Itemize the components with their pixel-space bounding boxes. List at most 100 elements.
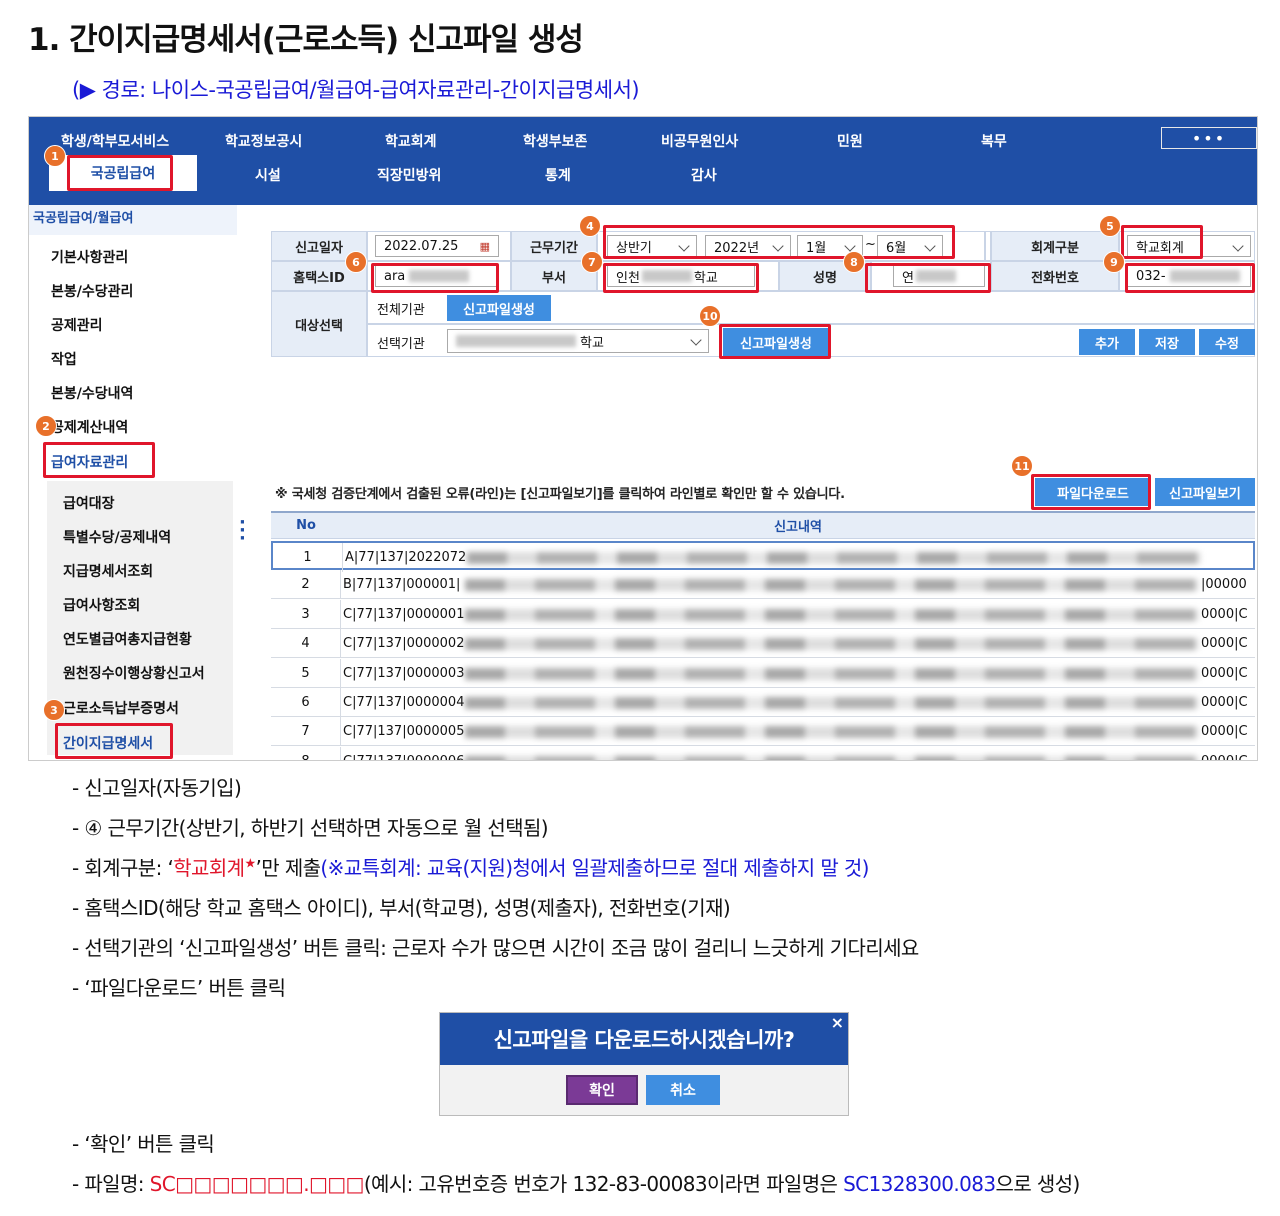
cancel-button[interactable]: 취소: [646, 1075, 720, 1105]
note-account: - 회계구분: ‘학교회계★’만 제출(※교특회계: 교육(지원)청에서 일괄제…: [72, 856, 869, 880]
selected-org-select[interactable]: 학교: [447, 329, 709, 353]
report-date-input[interactable]: 2022.07.25 ▦: [375, 235, 499, 257]
nav-school-info[interactable]: 학교정보공시: [225, 131, 302, 151]
table-row[interactable]: 1 A|77|137|2022072: [271, 541, 1255, 572]
phone-input[interactable]: 032-: [1127, 265, 1251, 287]
step-badge-10: 10: [699, 305, 721, 327]
row-number: 3: [271, 599, 341, 629]
edit-button[interactable]: 수정: [1199, 329, 1255, 355]
report-grid: No 신고내역 1 A|77|137|2022072 2 B|77|137|00000…: [271, 511, 1255, 760]
sidebar-item-salary-data[interactable]: 급여자료관리: [51, 452, 128, 472]
file-download-button[interactable]: 파일다운로드: [1035, 478, 1151, 506]
table-row[interactable]: 3 C|77|137|0000001 0000|C: [271, 599, 1255, 629]
period-tilde: ~: [865, 237, 876, 252]
sidebar-item-deduction[interactable]: 공제관리: [51, 315, 103, 335]
nav-audit[interactable]: 감사: [691, 165, 717, 185]
label-all-org: 전체기관: [377, 303, 425, 318]
redacted-content: [465, 667, 1199, 680]
confirm-button[interactable]: 확인: [566, 1075, 638, 1105]
half-year-select[interactable]: 상반기: [607, 235, 697, 257]
step-badge-5: 5: [1099, 215, 1121, 237]
nav-school-accounting[interactable]: 학교회계: [385, 131, 437, 151]
nav-non-civil-hr[interactable]: 비공무원인사: [661, 131, 738, 151]
row-number: 1: [273, 543, 343, 572]
label-target: 대상선택: [271, 291, 367, 357]
name-input[interactable]: 연: [893, 265, 985, 287]
nav-service[interactable]: 복무: [981, 131, 1007, 151]
account-select[interactable]: 학교회계: [1127, 235, 1251, 257]
step-badge-11: 11: [1011, 455, 1033, 477]
grid-header-no: No: [271, 513, 341, 539]
nav-record-keeping[interactable]: 학생부보존: [523, 131, 587, 151]
redacted-content: [465, 755, 1199, 760]
row-tail: 0000|C: [1201, 606, 1248, 622]
download-confirm-dialog: 신고파일을 다운로드하시겠습니까? × 확인 취소: [439, 1012, 849, 1116]
row-text: C|77|137|0000005: [343, 724, 465, 740]
dept-input[interactable]: 인천 학교: [607, 265, 755, 287]
step-badge-8: 8: [843, 251, 865, 273]
row-text: C|77|137|0000001: [343, 606, 465, 622]
more-menu-button[interactable]: •••: [1161, 127, 1257, 149]
create-file-all-button[interactable]: 신고파일생성: [447, 295, 551, 321]
redacted-content: [465, 726, 1199, 739]
table-row[interactable]: 4 C|77|137|0000002 0000|C: [271, 629, 1255, 659]
create-file-selected-button[interactable]: 신고파일생성: [723, 328, 829, 356]
add-button[interactable]: 추가: [1079, 329, 1135, 355]
subitem-payroll-ledger[interactable]: 급여대장: [63, 493, 115, 513]
calendar-icon[interactable]: ▦: [480, 240, 490, 253]
row-tail: 0000|C: [1201, 665, 1248, 681]
step-badge-1: 1: [44, 145, 66, 167]
top-navigation: 학생/학부모서비스 학교정보공시 학교회계 학생부보존 비공무원인사 민원 복무…: [29, 117, 1257, 205]
subitem-income-certificate[interactable]: 근로소득납부증명서: [63, 698, 179, 718]
table-row[interactable]: 5 C|77|137|0000003 0000|C: [271, 658, 1255, 688]
label-phone: 전화번호: [991, 261, 1119, 291]
nav-civil-defense[interactable]: 직장민방위: [377, 165, 441, 185]
row-text: C|77|137|0000006: [343, 747, 464, 760]
redacted-content: [465, 579, 1199, 592]
nav-statistics[interactable]: 통계: [545, 165, 571, 185]
table-row[interactable]: 7 C|77|137|0000005 0000|C: [271, 717, 1255, 747]
route-path: (▶ 경로: 나이스-국공립급여/월급여-급여자료관리-간이지급명세서): [72, 78, 640, 102]
row-tail: 0000|C: [1201, 636, 1248, 652]
subitem-statement-lookup[interactable]: 지급명세서조회: [63, 561, 153, 581]
note-download: - ‘파일다운로드’ 버튼 클릭: [72, 976, 286, 1000]
hometax-id-input[interactable]: ara: [375, 265, 499, 287]
subitem-special-allowance[interactable]: 특별수당/공제내역: [63, 527, 171, 547]
nav-facility[interactable]: 시설: [255, 165, 281, 185]
row-number: 5: [271, 658, 341, 688]
subitem-yearly-total[interactable]: 연도별급여총지급현황: [63, 629, 192, 649]
row-number: 8: [271, 746, 341, 760]
year-select[interactable]: 2022년: [705, 235, 791, 257]
table-row[interactable]: 2 B|77|137|000001| |00000: [271, 570, 1255, 600]
subitem-simple-statement[interactable]: 간이지급명세서: [63, 733, 153, 753]
note-report-date: - 신고일자(자동기입): [72, 776, 242, 800]
note-work-period: - ④ 근무기간(상반기, 하반기 선택하면 자동으로 월 선택됨): [72, 816, 549, 840]
step-badge-6: 6: [345, 251, 367, 273]
row-number: 6: [271, 688, 341, 717]
redacted-content: [465, 638, 1199, 651]
page-title: 1. 간이지급명세서(근로소득) 신고파일 생성: [28, 22, 584, 58]
save-button[interactable]: 저장: [1139, 329, 1195, 355]
close-icon[interactable]: ×: [831, 1013, 844, 1032]
row-text: B|77|137|000001|: [343, 577, 461, 593]
sidebar-item-job[interactable]: 작업: [51, 349, 77, 369]
sidebar: 국공립급여/월급여 기본사항관리 본봉/수당관리 공제관리 작업 본봉/수당내역…: [29, 205, 237, 760]
nav-student-parent[interactable]: 학생/학부모서비스: [61, 131, 169, 151]
row-number: 4: [271, 629, 341, 659]
splitter-handle[interactable]: · · ·: [239, 514, 246, 548]
nav-civil-complaint[interactable]: 민원: [837, 131, 863, 151]
nav-public-salary[interactable]: 국공립급여: [49, 155, 197, 191]
sidebar-item-deduction-calc[interactable]: 공제계산내역: [51, 417, 128, 437]
view-file-button[interactable]: 신고파일보기: [1155, 478, 1255, 506]
sidebar-item-basic[interactable]: 기본사항관리: [51, 247, 128, 267]
note-filename: - 파일명: SC□□□□□□□.□□□(예시: 고유번호증 번호가 132-8…: [72, 1172, 1080, 1196]
subitem-withholding-report[interactable]: 원천징수이행상황신고서: [63, 663, 205, 683]
sidebar-item-pay-detail[interactable]: 본봉/수당내역: [51, 383, 133, 403]
row-tail: 0000|C: [1201, 695, 1248, 710]
table-row[interactable]: 8C|77|137|0000006 0000|C: [271, 746, 1255, 760]
sidebar-item-pay[interactable]: 본봉/수당관리: [51, 281, 133, 301]
subitem-salary-lookup[interactable]: 급여사항조회: [63, 595, 140, 615]
month-to-select[interactable]: 6월: [877, 235, 943, 257]
table-row[interactable]: 6 C|77|137|0000004 0000|C: [271, 688, 1255, 717]
row-number: 2: [271, 570, 341, 600]
